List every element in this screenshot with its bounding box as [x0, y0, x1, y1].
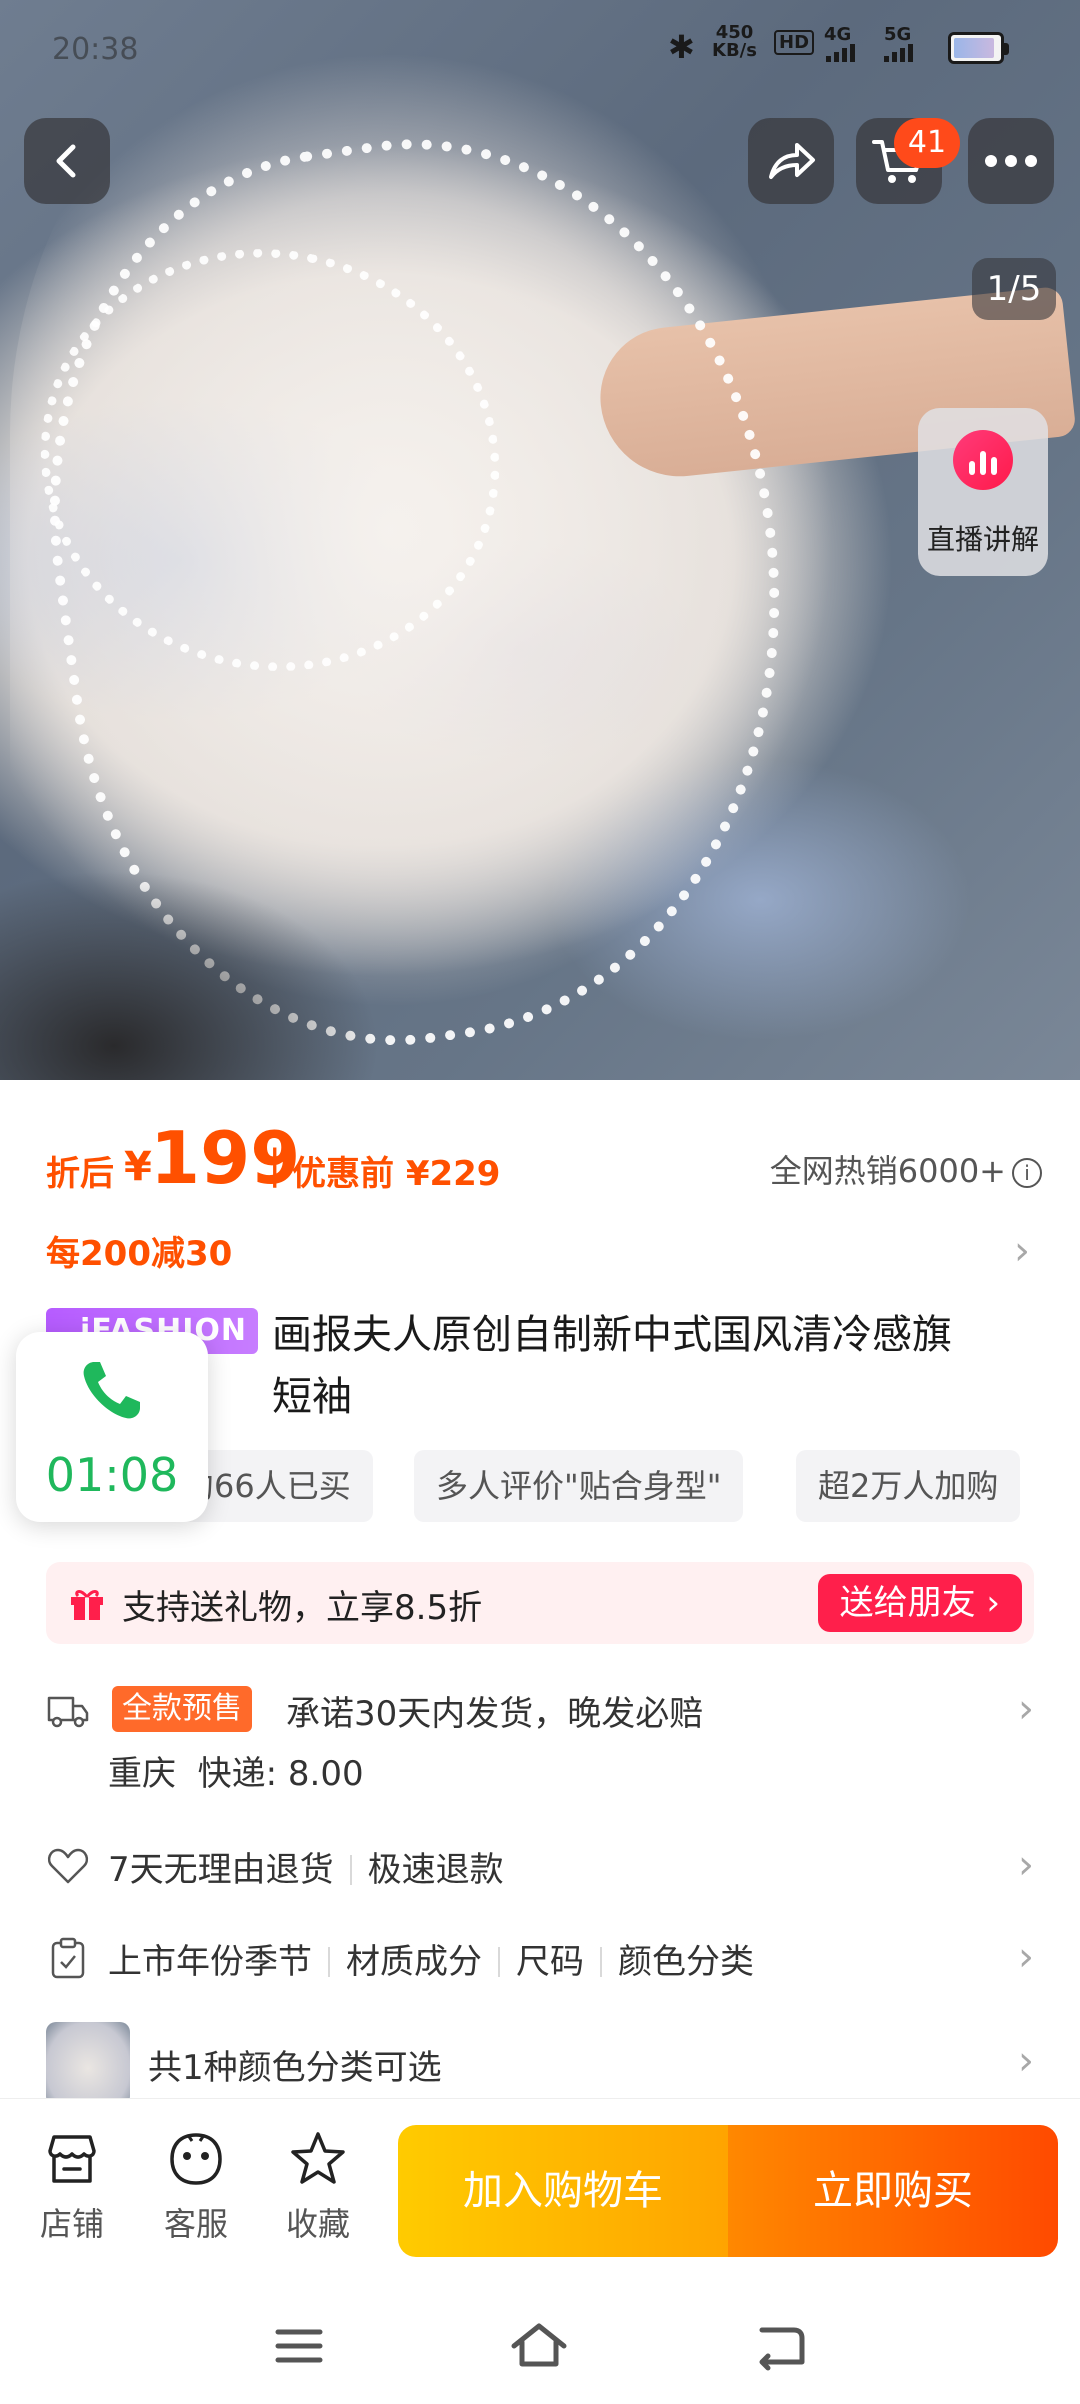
title-line-1: 画报夫人原创自制新中式国风清冷感旗: [272, 1312, 952, 1358]
gift-icon: [71, 1590, 103, 1620]
signal-bars-icon: [826, 44, 855, 62]
network-speed: 450 KB/s: [712, 24, 757, 60]
status-time: 20:38: [52, 32, 139, 67]
network-4g-label: 4G: [824, 24, 852, 45]
hair-shape: [0, 870, 380, 1080]
network-5g-label: 5G: [884, 24, 912, 45]
buy-now-button[interactable]: 立即购买: [728, 2125, 1058, 2257]
phone-icon: [83, 1362, 140, 1419]
chevron-right-icon: ›: [1018, 1686, 1034, 1732]
info-icon: i: [1012, 1158, 1042, 1188]
more-button[interactable]: [968, 118, 1054, 204]
price-currency: ¥: [124, 1144, 152, 1190]
chevron-right-icon: ›: [1018, 1934, 1034, 1980]
back-nav-icon[interactable]: [744, 2316, 814, 2376]
favorite-label: 收藏: [285, 2205, 350, 2243]
variant-thumbnail: [46, 2022, 130, 2098]
more-dots-icon: [985, 155, 1037, 167]
shipping-row[interactable]: 全款预售 承诺30天内发货，晚发必赔 重庆 快递: 8.00 ›: [46, 1684, 1034, 1794]
menu-icon[interactable]: [264, 2316, 334, 2376]
divider: [328, 1947, 330, 1977]
shop-button[interactable]: 店铺: [22, 2129, 122, 2245]
share-icon: [769, 143, 815, 179]
ship-promise: 承诺30天内发货，晚发必赔: [286, 1694, 704, 1734]
image-counter: 1/5: [972, 258, 1056, 320]
ship-origin-city: 重庆: [108, 1754, 176, 1794]
truck-icon: [47, 1696, 89, 1728]
gift-banner[interactable]: 支持送礼物，立享8.5折 送给朋友 ›: [46, 1562, 1034, 1644]
cart-count-badge: 41: [894, 118, 960, 168]
system-nav-bar: [0, 2276, 1080, 2404]
ship-origin: 重庆 快递: 8.00: [108, 1746, 364, 1795]
presale-badge: 全款预售: [112, 1686, 252, 1732]
live-explain-button[interactable]: 直播讲解: [918, 408, 1048, 576]
signal-bars-icon: [884, 44, 913, 62]
status-bar: 20:38 ✱ 450 KB/s HD 4G 5G: [0, 22, 1080, 78]
cta-group: 加入购物车 立即购买: [398, 2125, 1058, 2257]
chevron-right-icon: ›: [1014, 1228, 1030, 1274]
promo-text: 每200减30: [46, 1234, 233, 1274]
price-separator: |: [268, 1142, 282, 1188]
param-item: 颜色分类: [618, 1942, 754, 1982]
divider: [600, 1947, 602, 1977]
promo-row[interactable]: 每200减30 ›: [46, 1226, 1030, 1278]
bluetooth-icon: ✱: [668, 28, 695, 66]
params-text: 上市年份季节 材质成分 尺码 颜色分类: [108, 1934, 754, 1983]
divider: [498, 1947, 500, 1977]
chevron-left-icon: [56, 144, 76, 178]
variants-text: 共1种颜色分类可选: [148, 2048, 442, 2088]
returns-item-1: 7天无理由退货: [108, 1850, 334, 1890]
divider: [349, 1855, 352, 1885]
battery-icon: [948, 32, 1009, 64]
call-widget[interactable]: 01:08: [16, 1332, 208, 1522]
param-item: 尺码: [516, 1942, 584, 1982]
returns-row[interactable]: 7天无理由退货 极速退款 ›: [46, 1840, 1034, 1896]
service-label: 客服: [163, 2205, 228, 2243]
heart-icon: [47, 1848, 89, 1884]
share-button[interactable]: [748, 118, 834, 204]
tag-item[interactable]: 多人评价"贴合身型": [414, 1450, 744, 1522]
back-button[interactable]: [24, 118, 110, 204]
star-icon: [291, 2132, 345, 2184]
send-to-friend-button[interactable]: 送给朋友 ›: [817, 1574, 1022, 1632]
shop-icon: [48, 2135, 96, 2183]
hd-icon: HD: [774, 30, 815, 55]
call-timer: 01:08: [45, 1448, 179, 1502]
gift-text: 支持送礼物，立享8.5折: [122, 1588, 483, 1628]
param-item: 上市年份季节: [108, 1942, 312, 1982]
bottom-action-bar: 店铺 客服 收藏 加入购物车 立即购买: [0, 2098, 1080, 2257]
sales-text: 全网热销6000+: [769, 1152, 1006, 1190]
favorite-button[interactable]: 收藏: [268, 2129, 368, 2245]
speed-unit: KB/s: [712, 40, 757, 61]
sales-count[interactable]: 全网热销6000+ i: [770, 1146, 1042, 1192]
price-prefix: 折后: [46, 1154, 114, 1194]
customer-service-button[interactable]: 客服: [146, 2129, 246, 2245]
live-explain-label: 直播讲解: [926, 523, 1039, 556]
chevron-right-icon: ›: [1018, 2038, 1034, 2084]
title-line-2: 短袖: [272, 1374, 352, 1420]
add-to-cart-button[interactable]: 加入购物车: [398, 2125, 728, 2257]
chevron-right-icon: ›: [1018, 1842, 1034, 1888]
param-item: 材质成分: [346, 1942, 482, 1982]
params-row[interactable]: 上市年份季节 材质成分 尺码 颜色分类 ›: [46, 1932, 1034, 1988]
returns-item-2: 极速退款: [367, 1850, 504, 1890]
tag-item[interactable]: 超2万人加购: [796, 1450, 1021, 1522]
ship-fee: 快递: 8.00: [197, 1754, 364, 1794]
price-row: 折后 ¥ 199 | 优惠前 ¥229 全网热销6000+ i: [46, 1112, 1046, 1202]
variants-row[interactable]: 共1种颜色分类可选 ›: [46, 2022, 1034, 2098]
clipboard-icon: [51, 1937, 85, 1979]
service-face-icon: [170, 2133, 222, 2185]
live-bars-icon: [953, 430, 1013, 490]
returns-text: 7天无理由退货 极速退款: [108, 1842, 504, 1891]
shop-label: 店铺: [39, 2205, 104, 2243]
original-price: 优惠前 ¥229: [292, 1154, 501, 1194]
home-icon[interactable]: [504, 2316, 574, 2376]
